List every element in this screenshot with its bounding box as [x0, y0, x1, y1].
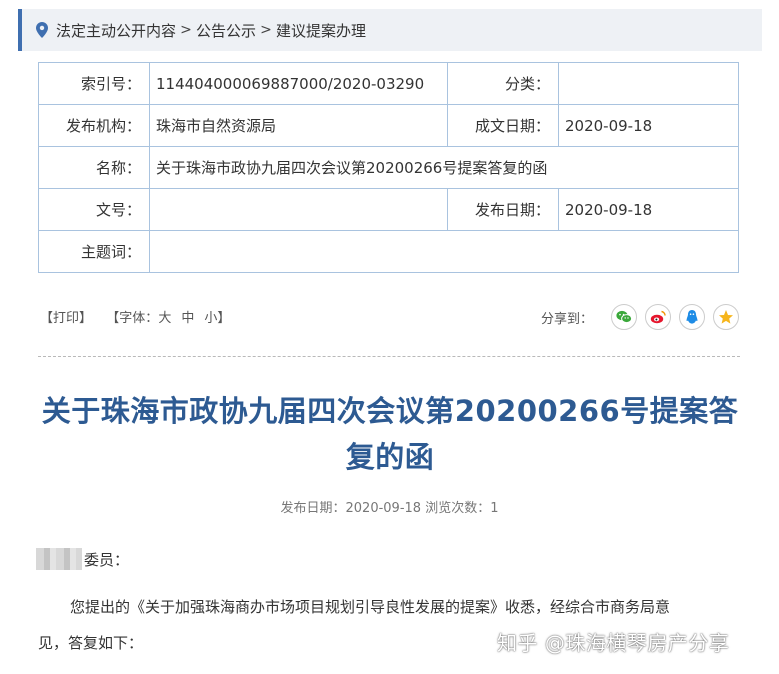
- weibo-icon[interactable]: [645, 304, 672, 330]
- article-tools: 【打印】 【字体：大中小】: [40, 307, 230, 326]
- wechat-icon[interactable]: [611, 304, 638, 330]
- table-row: 主题词：: [38, 230, 739, 273]
- table-row: 发布机构： 珠海市自然资源局 成文日期： 2020-09-18: [38, 104, 739, 147]
- font-size-suffix: 】: [217, 311, 231, 326]
- table-row: 名称： 关于珠海市政协九届四次会议第20200266号提案答复的函: [38, 146, 739, 189]
- document-info-table: 索引号： 114404000069887000/2020-03290 分类： 发…: [38, 62, 739, 273]
- created-date-value: 2020-09-18: [558, 104, 739, 147]
- keywords-label: 主题词：: [38, 230, 150, 273]
- font-size-prefix: 【字体：: [106, 311, 159, 326]
- location-pin-icon: [28, 9, 56, 51]
- breadcrumb-separator: >: [180, 22, 192, 38]
- published-date-label: 发布日期：: [447, 188, 559, 231]
- index-label: 索引号：: [38, 62, 150, 105]
- breadcrumb-item-announcements[interactable]: 公告公示: [196, 20, 256, 41]
- doc-number-label: 文号：: [38, 188, 150, 231]
- font-medium-link[interactable]: 中: [181, 307, 194, 326]
- font-small-link[interactable]: 小: [204, 307, 217, 326]
- breadcrumb-item-public-content[interactable]: 法定主动公开内容: [56, 20, 176, 41]
- breadcrumb: 法定主动公开内容 > 公告公示 > 建议提案办理: [18, 9, 762, 51]
- breadcrumb-separator: >: [260, 22, 272, 38]
- table-row: 文号： 发布日期： 2020-09-18: [38, 188, 739, 231]
- created-date-label: 成文日期：: [447, 104, 559, 147]
- qq-icon[interactable]: [679, 304, 706, 330]
- divider: [38, 356, 740, 357]
- name-value: 关于珠海市政协九届四次会议第20200266号提案答复的函: [149, 146, 739, 189]
- body-paragraph-line: 见，答复如下：: [38, 634, 144, 652]
- font-large-link[interactable]: 大: [158, 307, 171, 326]
- watermark: 知乎 @珠海横琴房产分享: [497, 631, 730, 655]
- name-label: 名称：: [38, 146, 150, 189]
- article-meta: 发布日期：2020-09-18 浏览次数：1: [280, 501, 499, 516]
- redacted-name: [36, 548, 82, 570]
- index-value: 114404000069887000/2020-03290: [149, 62, 448, 105]
- salutation: 委员：: [84, 551, 130, 569]
- doc-number-value: [149, 188, 448, 231]
- share-bar: 分享到：: [541, 303, 740, 331]
- publisher-label: 发布机构：: [38, 104, 150, 147]
- category-label: 分类：: [447, 62, 559, 105]
- publisher-value: 珠海市自然资源局: [149, 104, 448, 147]
- body-paragraph-line: 您提出的《关于加强珠海商办市场项目规划引导良性发展的提案》收悉，经综合市商务局意: [70, 598, 671, 616]
- print-link[interactable]: 【打印】: [40, 307, 92, 326]
- table-row: 索引号： 114404000069887000/2020-03290 分类：: [38, 62, 739, 105]
- category-value: [558, 62, 739, 105]
- keywords-value: [149, 230, 739, 273]
- article-title: 关于珠海市政协九届四次会议第20200266号提案答复的函: [41, 394, 739, 474]
- breadcrumb-item-proposals[interactable]: 建议提案办理: [276, 20, 366, 41]
- qzone-star-icon[interactable]: [713, 304, 740, 330]
- published-date-value: 2020-09-18: [558, 188, 739, 231]
- share-label: 分享到：: [541, 311, 594, 327]
